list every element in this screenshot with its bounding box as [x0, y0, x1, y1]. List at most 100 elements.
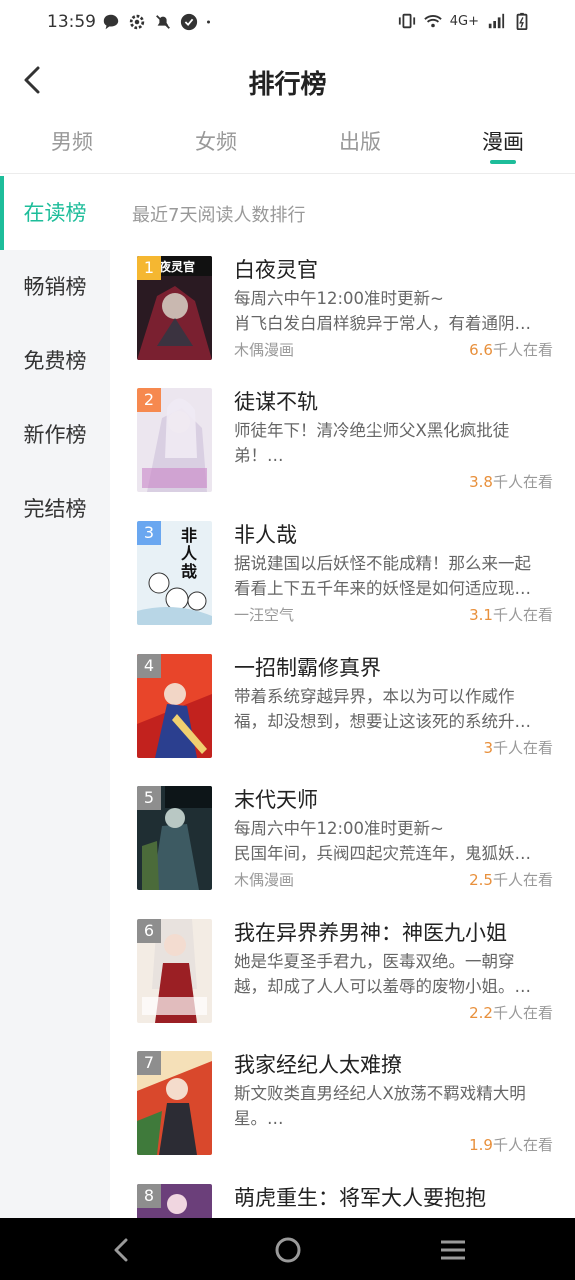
sidebar-item-completed[interactable]: 完结榜	[0, 472, 110, 546]
reader-count-suffix: 千人在看	[492, 871, 553, 889]
reader-count: 2.2千人在看	[469, 1002, 553, 1023]
list-item[interactable]: 夜灵官 1 白夜灵官 每周六中午12:00准时更新~ 肖飞白发白眉样貌异于常人，…	[110, 256, 575, 388]
ranking-list[interactable]: 最近7天阅读人数排行 夜灵官 1 白夜灵官 每周六中午12:00准时更新~ 肖飞…	[110, 176, 575, 1218]
chat-bubble-icon	[103, 14, 119, 30]
status-left-icons	[102, 13, 216, 31]
svg-text:人: 人	[181, 544, 198, 563]
book-cover[interactable]: 4	[137, 654, 212, 758]
network-type-label: 4G+	[449, 13, 479, 29]
book-title[interactable]: 一招制霸修真界	[234, 652, 381, 682]
description-line: 越，却成了人人可以羞辱的废物小姐。…	[234, 977, 531, 996]
system-nav-bar	[0, 1218, 575, 1280]
tab-publish[interactable]: 出版	[315, 126, 405, 156]
description-line: 福，却没想到，想要让这该死的系统升…	[234, 712, 531, 731]
svg-text:哉: 哉	[181, 562, 197, 581]
description-line: 民国年间，兵阀四起灾荒连年，鬼狐妖…	[234, 844, 531, 863]
book-title[interactable]: 白夜灵官	[234, 254, 318, 284]
reader-count-number: 3	[483, 739, 493, 757]
book-cover[interactable]: 2	[137, 388, 212, 492]
tab-comic[interactable]: 漫画	[458, 126, 548, 156]
description-line: 带着系统穿越异界，本以为可以作威作	[234, 687, 515, 706]
reader-count-number: 1.9	[469, 1136, 493, 1154]
book-author: 木偶漫画	[234, 871, 295, 889]
book-cover[interactable]: 夜灵官 1	[137, 256, 212, 360]
list-item[interactable]: 5 末代天师 每周六中午12:00准时更新~ 民国年间，兵阀四起灾荒连年，鬼狐妖…	[110, 786, 575, 918]
list-item[interactable]: 4 一招制霸修真界 带着系统穿越异界，本以为可以作威作 福，却没想到，想要让这该…	[110, 654, 575, 786]
reader-count: 3.1千人在看	[469, 604, 553, 625]
list-item[interactable]: 2 徒谋不轨 师徒年下！清冷绝尘师父X黑化疯批徒 弟！… 3.8千人在看	[110, 388, 575, 520]
book-description: 斯文败类直男经纪人X放荡不羁戏精大明 星。…	[234, 1081, 554, 1131]
list-item[interactable]: 非 人 哉 3 非人哉 据说建国以后妖怪不能成精！那么来一起 看看上下五千年来的…	[110, 521, 575, 653]
book-cover[interactable]: 6	[137, 919, 212, 1023]
book-description: 每周六中午12:00准时更新~ 肖飞白发白眉样貌异于常人，有着通阴…	[234, 286, 554, 336]
book-description: 据说建国以后妖怪不能成精！那么来一起 看看上下五千年来的妖怪是如何适应现…	[234, 551, 554, 601]
dot-icon	[207, 20, 210, 24]
status-bar: 13:59 4G+	[0, 0, 575, 48]
sidebar-item-label: 完结榜	[23, 497, 87, 521]
book-cover[interactable]: 非 人 哉 3	[137, 521, 212, 625]
rank-badge: 7	[137, 1051, 161, 1075]
rank-badge: 3	[137, 521, 161, 545]
sidebar-item-new[interactable]: 新作榜	[0, 398, 110, 472]
description-line: 斯文败类直男经纪人X放荡不羁戏精大明	[234, 1084, 526, 1103]
sidebar-active-bar	[0, 176, 4, 250]
book-title[interactable]: 非人哉	[234, 519, 297, 549]
gear-icon	[129, 14, 145, 30]
tab-female[interactable]: 女频	[171, 126, 261, 156]
book-cover[interactable]: 8	[137, 1184, 212, 1218]
back-triangle-icon[interactable]	[107, 1235, 137, 1265]
book-description: 她是华夏圣手君九，医毒双绝。一朝穿 越，却成了人人可以羞辱的废物小姐。…	[234, 949, 554, 999]
reader-count-suffix: 千人在看	[492, 739, 553, 757]
reader-count-number: 6.6	[469, 341, 493, 359]
wifi-icon	[424, 15, 442, 28]
sidebar-item-free[interactable]: 免费榜	[0, 324, 110, 398]
book-cover[interactable]: 5	[137, 786, 212, 890]
battery-icon	[516, 12, 528, 30]
description-line: 师徒年下！清冷绝尘师父X黑化疯批徒	[234, 421, 510, 440]
reader-count: 3.8千人在看	[469, 471, 553, 492]
tab-active-indicator	[490, 160, 516, 164]
tab-male[interactable]: 男频	[27, 126, 117, 156]
reader-count-suffix: 千人在看	[492, 1004, 553, 1022]
rank-badge: 5	[137, 786, 161, 810]
sidebar-item-bestselling[interactable]: 畅销榜	[0, 250, 110, 324]
list-item[interactable]: 7 我家经纪人太难撩 斯文败类直男经纪人X放荡不羁戏精大明 星。… 1.9千人在…	[110, 1051, 575, 1183]
book-title[interactable]: 我在异界养男神：神医九小姐	[234, 917, 507, 947]
reader-count: 2.5千人在看	[469, 869, 553, 890]
reader-count-number: 3.8	[469, 473, 493, 491]
rank-badge: 1	[137, 256, 161, 280]
check-circle-icon	[180, 13, 198, 31]
list-item[interactable]: 8 萌虎重生：将军大人要抱抱	[110, 1184, 575, 1218]
description-line: 据说建国以后妖怪不能成精！那么来一起	[234, 554, 531, 573]
book-cover[interactable]: 7	[137, 1051, 212, 1155]
description-line: 她是华夏圣手君九，医毒双绝。一朝穿	[234, 952, 515, 971]
description-line: 星。…	[234, 1109, 284, 1128]
status-time: 13:59	[47, 12, 96, 32]
sidebar-item-label: 新作榜	[23, 423, 87, 447]
rank-badge: 6	[137, 919, 161, 943]
vibrate-icon	[398, 13, 415, 29]
rank-badge: 8	[137, 1184, 161, 1208]
status-right-icons: 4G+	[398, 12, 531, 30]
book-description: 每周六中午12:00准时更新~ 民国年间，兵阀四起灾荒连年，鬼狐妖…	[234, 816, 554, 866]
sidebar-item-reading[interactable]: 在读榜	[0, 176, 110, 250]
book-title[interactable]: 萌虎重生：将军大人要抱抱	[234, 1182, 486, 1212]
book-title[interactable]: 徒谋不轨	[234, 386, 318, 416]
list-item[interactable]: 6 我在异界养男神：神医九小姐 她是华夏圣手君九，医毒双绝。一朝穿 越，却成了人…	[110, 919, 575, 1051]
svg-text:夜灵官: 夜灵官	[158, 259, 195, 274]
mute-icon	[156, 15, 170, 29]
svg-text:非: 非	[181, 526, 197, 545]
book-description: 带着系统穿越异界，本以为可以作威作 福，却没想到，想要让这该死的系统升…	[234, 684, 554, 734]
description-line: 弟！…	[234, 446, 284, 465]
reader-count-number: 3.1	[469, 606, 493, 624]
home-circle-icon[interactable]	[273, 1235, 303, 1265]
sidebar-item-label: 在读榜	[23, 201, 87, 225]
book-author: 木偶漫画	[234, 341, 295, 359]
ranking-sidebar: 在读榜 畅销榜 免费榜 新作榜 完结榜	[0, 176, 110, 1218]
book-author: 一汪空气	[234, 606, 295, 624]
reader-count-suffix: 千人在看	[492, 341, 553, 359]
menu-lines-icon[interactable]	[438, 1235, 468, 1265]
book-title[interactable]: 末代天师	[234, 784, 318, 814]
book-title[interactable]: 我家经纪人太难撩	[234, 1049, 402, 1079]
book-description: 师徒年下！清冷绝尘师父X黑化疯批徒 弟！…	[234, 418, 554, 468]
